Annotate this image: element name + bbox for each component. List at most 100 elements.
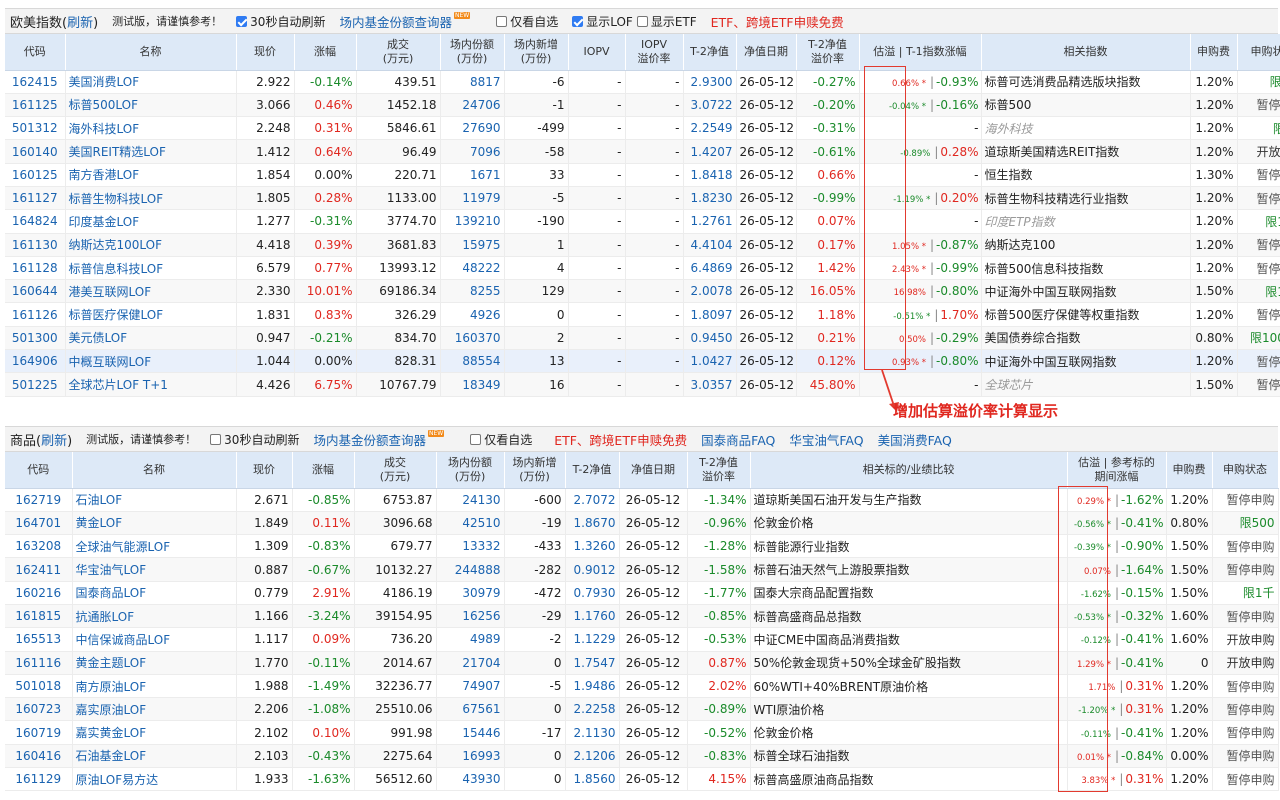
commodity-col-header[interactable]: 涨幅	[292, 452, 355, 489]
commodity-col-header[interactable]: 申购费	[1166, 452, 1213, 489]
fund-code-link[interactable]: 160416	[5, 744, 73, 769]
checkbox-icon[interactable]	[470, 433, 482, 445]
show-lof-toggle[interactable]: 显示LOF	[572, 13, 633, 30]
table-row[interactable]: 501018 南方原油LOF 1.988 -1.49% 32236.77 74907 -5 1…	[5, 674, 1279, 699]
fund-name-link[interactable]: 嘉实黄金LOF	[72, 720, 237, 745]
fund-name-link[interactable]: 纳斯达克100LOF	[65, 233, 237, 257]
table-row[interactable]: 160416 石油基金LOF 2.103 -0.43% 2275.64 16993 0 2.1…	[5, 744, 1279, 769]
table-row[interactable]: 161129 原油LOF易方达 1.933 -1.63% 56512.60 43930 0 1…	[5, 767, 1279, 792]
fund-code-link[interactable]: 160644	[5, 279, 66, 304]
commodity-col-header[interactable]: 现价	[236, 452, 293, 489]
nav-link[interactable]: 1.7547	[565, 651, 620, 675]
fund-code-link[interactable]: 161128	[5, 256, 66, 281]
fund-name-link[interactable]: 美元债LOF	[65, 326, 237, 351]
commodity-col-header[interactable]: 净值日期	[619, 452, 688, 489]
commodity-col-header[interactable]: 相关标的/业绩比较	[750, 452, 1068, 489]
fund-name-link[interactable]: 黄金主题LOF	[72, 651, 237, 675]
commodity-col-header[interactable]: 成交 (万元)	[354, 452, 437, 489]
us-col-header[interactable]: 申购费	[1190, 34, 1238, 71]
shares-link[interactable]: 21704	[436, 651, 505, 675]
shares-link[interactable]: 15446	[436, 720, 505, 745]
us-col-header[interactable]: 成交 (万元)	[356, 34, 441, 71]
faq-link-guotai[interactable]: 国泰商品FAQ	[701, 430, 775, 449]
shares-link[interactable]: 30979	[436, 581, 505, 605]
faq-link-huabao[interactable]: 华宝油气FAQ	[789, 430, 863, 449]
shares-link[interactable]: 67561	[436, 697, 505, 722]
shares-link[interactable]: 18349	[440, 372, 505, 397]
shares-link[interactable]: 24706	[440, 93, 505, 118]
commodity-col-header[interactable]: 估溢 | 参考标的 期间涨幅	[1067, 452, 1167, 489]
fund-code-link[interactable]: 160719	[5, 720, 73, 745]
commodity-col-header[interactable]: 代码	[5, 452, 73, 489]
fund-code-link[interactable]: 161129	[5, 767, 73, 792]
nav-link[interactable]: 0.9012	[565, 557, 620, 582]
table-row[interactable]: 160216 国泰商品LOF 0.779 2.91% 4186.19 30979 -472 0…	[5, 581, 1279, 605]
table-row[interactable]: 162415 美国消费LOF 2.922 -0.14% 439.51 8817 -6- -2.…	[5, 70, 1280, 94]
shares-link[interactable]: 4989	[436, 627, 505, 652]
shares-link[interactable]: 160370	[440, 326, 505, 351]
shares-link[interactable]: 42510	[436, 511, 505, 536]
us-col-header[interactable]: 名称	[65, 34, 237, 71]
us-col-header[interactable]: 申购状态	[1237, 34, 1280, 71]
us-quota-tool-link[interactable]: 场内基金份额查询器 NEW	[339, 11, 471, 31]
fund-name-link[interactable]: 原油LOF易方达	[72, 767, 237, 792]
table-row[interactable]: 161116 黄金主题LOF 1.770 -0.11% 2014.67 21704 0 1.7…	[5, 651, 1279, 675]
fund-code-link[interactable]: 160125	[5, 163, 66, 187]
shares-link[interactable]: 48222	[440, 256, 505, 281]
us-col-header[interactable]: 涨幅	[294, 34, 357, 71]
fund-name-link[interactable]: 标普信息科技LOF	[65, 256, 237, 281]
shares-link[interactable]: 16256	[436, 604, 505, 629]
fund-code-link[interactable]: 162719	[5, 488, 73, 512]
fund-name-link[interactable]: 石油基金LOF	[72, 744, 237, 769]
us-col-header[interactable]: 场内份额 (万份)	[440, 34, 505, 71]
checkbox-checked-icon[interactable]	[572, 15, 584, 27]
shares-link[interactable]: 4926	[440, 302, 505, 327]
table-row[interactable]: 160125 南方香港LOF 1.854 0.00% 220.71 1671 33- -1.8…	[5, 163, 1280, 187]
us-col-header[interactable]: IOPV	[568, 34, 626, 71]
fund-name-link[interactable]: 石油LOF	[72, 488, 237, 512]
fund-name-link[interactable]: 黄金LOF	[72, 511, 237, 536]
checkbox-icon[interactable]	[636, 15, 648, 27]
fund-code-link[interactable]: 161116	[5, 651, 73, 675]
commodity-col-header[interactable]: 场内新增 (万份)	[504, 452, 566, 489]
checkbox-checked-icon[interactable]	[236, 15, 248, 27]
nav-link[interactable]: 0.9450	[683, 326, 737, 351]
shares-link[interactable]: 11979	[440, 186, 505, 211]
fund-code-link[interactable]: 161126	[5, 302, 66, 327]
shares-link[interactable]: 24130	[436, 488, 505, 512]
fund-name-link[interactable]: 全球油气能源LOF	[72, 534, 237, 559]
nav-link[interactable]: 1.8230	[683, 186, 737, 211]
shares-link[interactable]: 139210	[440, 209, 505, 234]
fund-code-link[interactable]: 161125	[5, 93, 66, 118]
table-row[interactable]: 162719 石油LOF 2.671 -0.85% 6753.87 24130 -600 2.…	[5, 488, 1279, 512]
us-col-header[interactable]: 相关指数	[981, 34, 1191, 71]
nav-link[interactable]: 1.1229	[565, 627, 620, 652]
us-col-header[interactable]: 代码	[5, 34, 66, 71]
faq-link-us-consumer[interactable]: 美国消费FAQ	[878, 430, 952, 449]
fund-code-link[interactable]: 161815	[5, 604, 73, 629]
checkbox-icon[interactable]	[210, 433, 222, 445]
commodity-col-header[interactable]: T-2净值	[565, 452, 620, 489]
fund-name-link[interactable]: 海外科技LOF	[65, 116, 237, 141]
fund-name-link[interactable]: 国泰商品LOF	[72, 581, 237, 605]
us-col-header[interactable]: T-2净值	[683, 34, 737, 71]
commodity-promo-link[interactable]: ETF、跨境ETF申赎免费	[554, 430, 687, 449]
fund-code-link[interactable]: 164701	[5, 511, 73, 536]
table-row[interactable]: 165513 中信保诚商品LOF 1.117 0.09% 736.20 4989 -2 1.1…	[5, 627, 1279, 652]
us-col-header[interactable]: 现价	[236, 34, 295, 71]
fund-code-link[interactable]: 501018	[5, 674, 73, 699]
us-col-header[interactable]: 场内新增 (万份)	[504, 34, 569, 71]
fund-code-link[interactable]: 501300	[5, 326, 66, 351]
fund-code-link[interactable]: 162415	[5, 70, 66, 94]
nav-link[interactable]: 1.8097	[683, 302, 737, 327]
fund-name-link[interactable]: 南方香港LOF	[65, 163, 237, 187]
nav-link[interactable]: 2.1206	[565, 744, 620, 769]
table-row[interactable]: 160719 嘉实黄金LOF 2.102 0.10% 991.98 15446 -17 2.1…	[5, 720, 1279, 745]
fund-name-link[interactable]: 标普500LOF	[65, 93, 237, 118]
commodity-col-header[interactable]: 场内份额 (万份)	[436, 452, 505, 489]
nav-link[interactable]: 3.0722	[683, 93, 737, 118]
nav-link[interactable]: 1.4207	[683, 139, 737, 164]
fund-code-link[interactable]: 163208	[5, 534, 73, 559]
us-refresh-link[interactable]: 刷新	[67, 16, 93, 31]
fund-name-link[interactable]: 标普医疗保健LOF	[65, 302, 237, 327]
